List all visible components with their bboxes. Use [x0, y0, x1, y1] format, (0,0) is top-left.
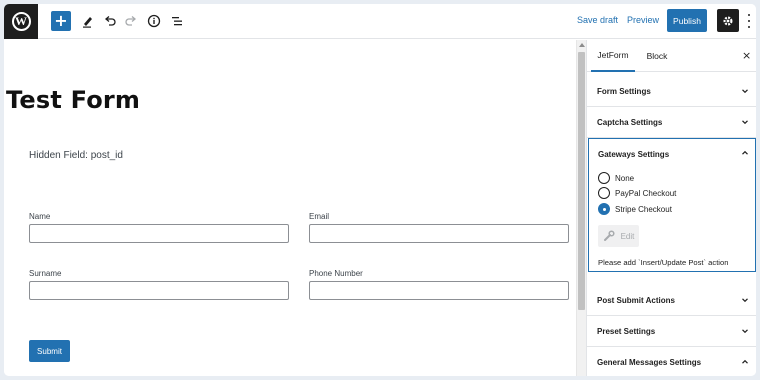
edit-label: Edit	[620, 231, 635, 241]
edit-gateway-button[interactable]: Edit	[598, 225, 639, 247]
editor-canvas: Test Form Hidden Field: post_id Name Ema…	[4, 40, 576, 376]
gateway-option-none[interactable]: None	[598, 172, 634, 184]
gateway-option-stripe[interactable]: Stripe Checkout	[598, 203, 672, 215]
chevron-up-icon[interactable]	[741, 149, 749, 157]
save-draft-link[interactable]: Save draft	[577, 15, 618, 25]
panel-form-settings[interactable]: Form Settings	[587, 76, 756, 107]
undo-icon[interactable]	[102, 12, 118, 30]
info-icon[interactable]	[146, 12, 162, 30]
canvas-scrollbar[interactable]	[576, 40, 586, 376]
radio-label: None	[615, 173, 635, 183]
top-toolbar: W + Save draft Preview Publish	[4, 4, 756, 39]
panel-post-submit-actions[interactable]: Post Submit Actions	[587, 285, 756, 316]
chevron-down-icon	[742, 120, 748, 125]
tab-block[interactable]: Block	[639, 40, 675, 72]
chevron-down-icon	[742, 89, 748, 94]
page-title[interactable]: Test Form	[6, 86, 140, 114]
editor-window: W + Save draft Preview Publish Test Form…	[4, 4, 756, 376]
panel-preset-settings[interactable]: Preset Settings	[587, 316, 756, 347]
kebab-menu-icon[interactable]	[745, 12, 753, 30]
publish-button[interactable]: Publish	[667, 9, 707, 32]
name-label: Name	[29, 212, 51, 221]
redo-icon[interactable]	[123, 12, 139, 30]
wrench-icon	[603, 230, 615, 241]
plus-icon: +	[54, 11, 68, 30]
settings-sidebar: JetForm Block × Form Settings Captcha Se…	[586, 40, 756, 376]
wordpress-logo[interactable]: W	[4, 4, 38, 39]
hidden-field-block[interactable]: Hidden Field: post_id	[29, 150, 123, 161]
email-input[interactable]	[309, 224, 569, 243]
gear-icon	[723, 15, 733, 26]
add-block-button[interactable]: +	[51, 11, 71, 31]
radio-button[interactable]	[598, 172, 610, 184]
radio-button[interactable]	[598, 187, 610, 199]
panel-general-messages-settings[interactable]: General Messages Settings	[587, 347, 756, 376]
radio-button-selected[interactable]	[598, 203, 610, 215]
wordpress-icon: W	[11, 12, 31, 31]
close-icon[interactable]: ×	[742, 49, 751, 62]
panel-title: General Messages Settings	[597, 358, 702, 367]
panel-gateways-settings: Gateways Settings None PayPal Checkout S…	[588, 138, 756, 272]
settings-button[interactable]	[717, 9, 739, 32]
phone-number-label: Phone Number	[309, 269, 363, 278]
chevron-down-icon	[742, 298, 748, 303]
scrollbar-thumb[interactable]	[578, 52, 585, 310]
pencil-icon[interactable]	[80, 12, 96, 30]
panel-title: Form Settings	[597, 87, 651, 96]
panel-title[interactable]: Gateways Settings	[598, 150, 669, 159]
email-label: Email	[309, 212, 330, 221]
submit-button[interactable]: Submit	[29, 340, 70, 362]
sidebar-tabs: JetForm Block ×	[587, 40, 756, 72]
surname-input[interactable]	[29, 281, 289, 300]
radio-label: Stripe Checkout	[615, 204, 672, 214]
gateway-notice: Please add `Insert/Update Post` action	[598, 258, 729, 267]
panel-captcha-settings[interactable]: Captcha Settings	[587, 107, 756, 138]
panel-title: Preset Settings	[597, 327, 656, 336]
surname-label: Surname	[29, 269, 62, 278]
preview-link[interactable]: Preview	[627, 15, 659, 25]
phone-number-input[interactable]	[309, 281, 569, 300]
chevron-up-icon	[742, 359, 748, 364]
scroll-up-arrow-icon[interactable]	[579, 43, 585, 47]
radio-label: PayPal Checkout	[615, 188, 677, 198]
list-view-icon[interactable]	[169, 12, 185, 30]
panel-title: Post Submit Actions	[597, 296, 675, 305]
chevron-down-icon	[742, 329, 748, 334]
gateway-option-paypal[interactable]: PayPal Checkout	[598, 187, 676, 199]
tab-jetform[interactable]: JetForm	[591, 40, 635, 72]
name-input[interactable]	[29, 224, 289, 243]
panel-title: Captcha Settings	[597, 118, 663, 127]
